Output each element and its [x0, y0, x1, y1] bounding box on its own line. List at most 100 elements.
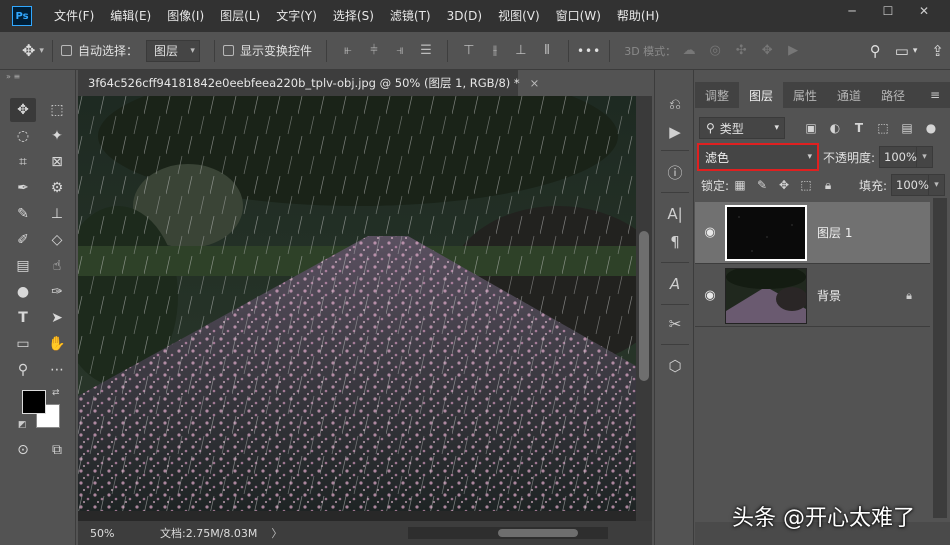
quick-mask-icon[interactable]: ⊙ — [10, 438, 36, 462]
menu-type[interactable]: 文字(Y) — [268, 0, 325, 32]
minimize-button[interactable]: ─ — [834, 0, 870, 22]
chevron-down-icon[interactable]: ▾ — [913, 46, 918, 56]
frame-tool-icon[interactable]: ⊠ — [44, 150, 70, 174]
align-hcenter-icon[interactable]: ⫩ — [361, 43, 387, 58]
blend-mode-dropdown[interactable]: 滤色 ▾ — [697, 143, 819, 171]
workspace-icon[interactable]: ▭ — [895, 42, 909, 60]
document-tab[interactable]: 3f64c526cff94181842e0eebfeea220b_tplv-ob… — [78, 70, 539, 96]
tool-presets-icon[interactable]: ✂ — [662, 312, 688, 336]
filter-toggle-icon[interactable]: ● — [919, 121, 943, 135]
scrollbar-thumb[interactable] — [639, 231, 649, 381]
default-colors-icon[interactable]: ◩ — [18, 420, 27, 430]
slide-3d-icon[interactable]: ✥ — [754, 43, 780, 58]
filter-type-icon[interactable]: T — [847, 121, 871, 135]
orbit-3d-icon[interactable]: ☁ — [676, 43, 702, 58]
eye-icon[interactable]: ◉ — [695, 288, 725, 303]
pen-tool-icon[interactable]: ✑ — [44, 280, 70, 304]
more-options-button[interactable]: ••• — [577, 44, 601, 58]
crop-tool-icon[interactable]: ⌗ — [10, 150, 36, 174]
canvas-vertical-scrollbar[interactable] — [636, 96, 652, 521]
dodge-tool-icon[interactable]: ● — [10, 280, 36, 304]
lock-pixels-icon[interactable]: ✎ — [751, 178, 773, 192]
marquee-tool-icon[interactable]: ⬚ — [44, 98, 70, 122]
scrollbar-thumb[interactable] — [498, 529, 578, 537]
lock-transparency-icon[interactable]: ▦ — [729, 178, 751, 192]
chevron-down-icon[interactable]: ▾ — [39, 46, 44, 56]
filter-shape-icon[interactable]: ⬚ — [871, 121, 895, 135]
tab-adjustments[interactable]: 调整 — [695, 82, 739, 108]
align-left-icon[interactable]: ⫦ — [335, 43, 361, 58]
tab-paths[interactable]: 路径 — [871, 82, 915, 108]
auto-select-dropdown[interactable]: 图层 ▾ — [145, 39, 200, 62]
layer-name[interactable]: 图层 1 — [817, 224, 852, 241]
menu-layer[interactable]: 图层(L) — [212, 0, 268, 32]
layer-row[interactable]: ◉ 背景 🔒︎ — [695, 265, 930, 327]
tab-properties[interactable]: 属性 — [783, 82, 827, 108]
screen-mode-icon[interactable]: ⧉ — [44, 438, 70, 462]
lock-position-icon[interactable]: ✥ — [773, 178, 795, 192]
stamp-tool-icon[interactable]: ⊥ — [44, 202, 70, 226]
filter-adjustment-icon[interactable]: ◐ — [823, 121, 847, 135]
glyphs-icon[interactable]: A — [662, 272, 688, 296]
share-icon[interactable]: ⇪ — [931, 42, 944, 60]
filter-smart-object-icon[interactable]: ▤ — [895, 121, 919, 135]
distribute-v-icon[interactable]: ⦀ — [534, 43, 560, 58]
spot-heal-tool-icon[interactable]: ⚙ — [44, 176, 70, 200]
align-vcenter-icon[interactable]: ⫲ — [482, 43, 508, 58]
menu-filter[interactable]: 滤镜(T) — [382, 0, 439, 32]
lasso-tool-icon[interactable]: ◌ — [10, 124, 36, 148]
menu-image[interactable]: 图像(I) — [159, 0, 212, 32]
history-brush-tool-icon[interactable]: ✐ — [10, 228, 36, 252]
panel-menu-icon[interactable]: ≡ — [930, 82, 950, 108]
3d-cube-icon[interactable]: ⬡ — [662, 354, 688, 378]
show-transform-checkbox[interactable] — [222, 45, 234, 56]
roll-3d-icon[interactable]: ◎ — [702, 43, 728, 58]
type-tool-icon[interactable]: T — [10, 306, 36, 330]
canvas[interactable] — [78, 96, 652, 521]
paragraph-icon[interactable]: ¶ — [662, 230, 688, 254]
status-arrow-icon[interactable]: 〉 — [271, 525, 282, 541]
move-tool-icon[interactable]: ✥ — [10, 98, 36, 122]
zoom-tool-icon[interactable]: ⚲ — [10, 358, 36, 382]
eye-icon[interactable]: ◉ — [695, 225, 725, 240]
menu-edit[interactable]: 编辑(E) — [102, 0, 159, 32]
close-button[interactable]: ✕ — [906, 0, 942, 22]
align-top-icon[interactable]: ⊤ — [456, 43, 482, 58]
restore-button[interactable]: ☐ — [870, 0, 906, 22]
panel-collapse-icon[interactable]: » ≡ — [0, 70, 75, 84]
align-right-icon[interactable]: ⫣ — [387, 43, 413, 58]
menu-help[interactable]: 帮助(H) — [609, 0, 667, 32]
actions-play-icon[interactable]: ▶ — [662, 120, 688, 144]
layer-row[interactable]: ◉ 图层 1 — [695, 202, 930, 264]
path-select-tool-icon[interactable]: ➤ — [44, 306, 70, 330]
auto-select-checkbox[interactable] — [60, 45, 72, 56]
canvas-horizontal-scrollbar[interactable] — [408, 527, 608, 539]
history-icon[interactable]: ⎌ — [662, 92, 688, 116]
hand-tool-icon[interactable]: ✋ — [44, 332, 70, 356]
layer-name[interactable]: 背景 — [817, 287, 841, 304]
info-icon[interactable]: ⓘ — [662, 160, 688, 184]
smudge-tool-icon[interactable]: ☝ — [44, 254, 70, 278]
close-icon[interactable]: × — [530, 76, 540, 90]
magic-wand-tool-icon[interactable]: ✦ — [44, 124, 70, 148]
layers-scrollbar[interactable] — [933, 198, 947, 518]
chevron-down-icon[interactable]: ▾ — [917, 146, 934, 168]
more-tools-icon[interactable]: ⋯ — [44, 358, 70, 382]
align-bottom-icon[interactable]: ⊥ — [508, 43, 534, 58]
foreground-color-swatch[interactable] — [22, 390, 46, 414]
swap-colors-icon[interactable]: ⇄ — [52, 388, 60, 398]
search-icon[interactable]: ⚲ — [870, 42, 881, 60]
eraser-tool-icon[interactable]: ◇ — [44, 228, 70, 252]
menu-view[interactable]: 视图(V) — [490, 0, 548, 32]
lock-all-icon[interactable]: 🔒︎ — [817, 178, 839, 193]
distribute-h-icon[interactable]: ☰ — [413, 43, 439, 58]
rectangle-tool-icon[interactable]: ▭ — [10, 332, 36, 356]
opacity-input[interactable]: 100% — [879, 146, 918, 168]
tab-layers[interactable]: 图层 — [739, 82, 784, 108]
menu-3d[interactable]: 3D(D) — [439, 0, 490, 32]
filter-pixel-icon[interactable]: ▣ — [799, 121, 823, 135]
chevron-down-icon[interactable]: ▾ — [929, 174, 945, 196]
menu-file[interactable]: 文件(F) — [46, 0, 102, 32]
move-tool-icon[interactable]: ✥ — [22, 41, 35, 60]
brush-tool-icon[interactable]: ✎ — [10, 202, 36, 226]
